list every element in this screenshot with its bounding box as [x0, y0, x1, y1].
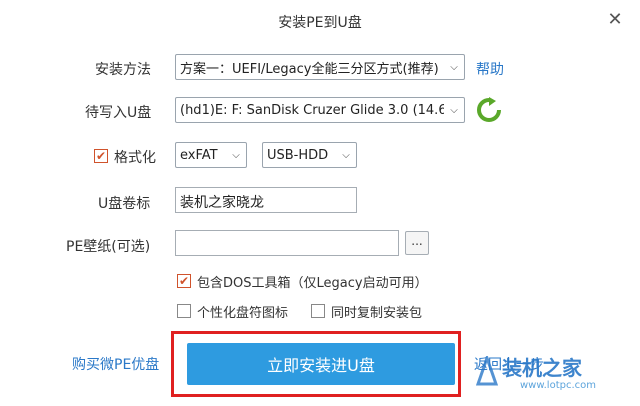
copy-installer-checkbox[interactable] — [311, 304, 325, 318]
checkmark-icon: ✔ — [178, 274, 190, 288]
filesystem-value: exFAT — [180, 147, 218, 163]
install-pe-dialog: 安装PE到U盘 ✕ 安装方法 方案一：UEFI/Legacy全能三分区方式(推荐… — [0, 0, 640, 406]
install-method-label: 安装方法 — [95, 62, 151, 78]
close-icon[interactable]: ✕ — [604, 8, 626, 30]
filesystem-select[interactable]: exFAT ⌵ — [175, 142, 247, 168]
dos-tools-checkbox[interactable]: ✔ — [177, 274, 191, 288]
chevron-down-icon: ⌵ — [450, 104, 458, 116]
buy-usb-link[interactable]: 购买微PE优盘 — [72, 354, 159, 374]
custom-icon-checkbox[interactable] — [177, 304, 191, 318]
chevron-down-icon: ⌵ — [450, 61, 458, 73]
highlight-box — [171, 331, 461, 397]
watermark-logo-icon — [476, 356, 498, 386]
window-title: 安装PE到U盘 — [278, 15, 362, 31]
copy-installer-label: 同时复制安装包 — [331, 306, 423, 321]
target-disk-select[interactable]: (hd1)E: F: SanDisk Cruzer Glide 3.0 (14.… — [175, 97, 465, 123]
format-checkbox[interactable]: ✔ — [94, 149, 108, 163]
target-disk-value: (hd1)E: F: SanDisk Cruzer Glide 3.0 (14.… — [180, 102, 444, 118]
chevron-down-icon: ⌵ — [342, 149, 350, 161]
format-label: 格式化 — [114, 150, 156, 166]
refresh-icon[interactable] — [476, 97, 502, 123]
browse-button[interactable]: ... — [405, 231, 429, 255]
boot-mode-select[interactable]: USB-HDD ⌵ — [262, 142, 357, 168]
wallpaper-input[interactable] — [175, 230, 399, 256]
install-method-value: 方案一：UEFI/Legacy全能三分区方式(推荐) — [180, 61, 439, 77]
target-disk-label: 待写入U盘 — [85, 105, 152, 121]
watermark-url: www.lotpc.com — [520, 380, 596, 391]
dos-tools-label: 包含DOS工具箱（仅Legacy启动可用） — [197, 276, 428, 291]
boot-mode-value: USB-HDD — [267, 147, 329, 163]
install-method-select[interactable]: 方案一：UEFI/Legacy全能三分区方式(推荐) ⌵ — [175, 54, 465, 80]
custom-icon-label: 个性化盘符图标 — [197, 306, 289, 321]
chevron-down-icon: ⌵ — [232, 149, 240, 161]
watermark-text: 装机之家 — [502, 356, 582, 380]
checkmark-icon: ✔ — [95, 149, 107, 163]
volume-label-input[interactable]: 装机之家晓龙 — [175, 187, 357, 213]
volume-label-label: U盘卷标 — [98, 196, 151, 212]
help-link[interactable]: 帮助 — [476, 59, 504, 79]
wallpaper-label: PE壁纸(可选) — [66, 239, 151, 255]
